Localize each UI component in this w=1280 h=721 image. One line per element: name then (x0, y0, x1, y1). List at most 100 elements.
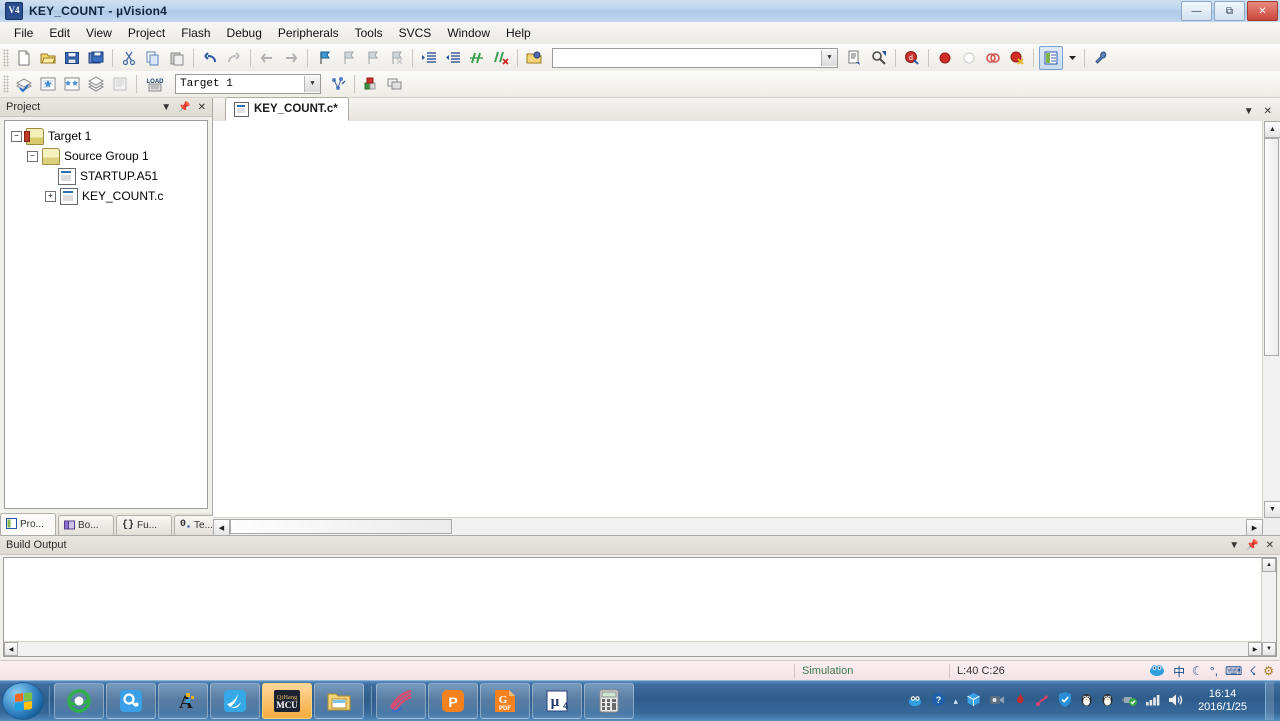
navigate-forward-icon[interactable] (280, 47, 302, 69)
menu-file[interactable]: File (6, 24, 41, 42)
taskbar-audio-app-icon[interactable] (376, 683, 426, 719)
tree-node-key-count-c[interactable]: + KEY_COUNT.c (9, 186, 207, 206)
insert-breakpoint-icon[interactable] (934, 47, 956, 69)
menu-edit[interactable]: Edit (41, 24, 78, 42)
bookmark-toggle-icon[interactable] (313, 47, 335, 69)
project-window-icon[interactable] (1039, 45, 1063, 70)
menu-help[interactable]: Help (498, 24, 539, 42)
stop-build-icon[interactable] (109, 73, 131, 95)
manage-components-icon[interactable] (360, 73, 382, 95)
bookmark-prev-icon[interactable] (337, 47, 359, 69)
tree-node-startup-a51[interactable]: STARTUP.A51 (9, 166, 207, 186)
open-folder-icon[interactable] (523, 47, 545, 69)
show-desktop-button[interactable] (1265, 682, 1274, 720)
taskbar-altium-icon[interactable]: A (158, 683, 208, 719)
menu-project[interactable]: Project (120, 24, 173, 42)
taskbar-clock[interactable]: 16:14 2016/1/25 (1192, 688, 1253, 714)
taskbar-foxit-pdf-icon[interactable]: G PDF (480, 683, 530, 719)
settings-icon[interactable]: ⚙ (1263, 664, 1274, 678)
taskbar-wps-presentation-icon[interactable]: P (428, 683, 478, 719)
scroll-right-button[interactable]: ▶ (1248, 642, 1262, 656)
editor-horizontal-scrollbar[interactable]: ◀ ▶ (213, 517, 1263, 535)
taskbar-calculator-icon[interactable] (584, 683, 634, 719)
target-combo[interactable]: Target 1 ▼ (175, 74, 321, 94)
save-all-icon[interactable] (85, 47, 107, 69)
tab-functions[interactable]: {} Fu... (116, 515, 172, 535)
music-icon[interactable] (1035, 693, 1050, 710)
kill-breakpoints-icon[interactable] (1006, 47, 1028, 69)
menu-view[interactable]: View (78, 24, 120, 42)
qq-penguin-2-icon[interactable] (1101, 692, 1114, 710)
windows-start-icon[interactable] (2, 682, 44, 720)
comment-icon[interactable] (466, 47, 488, 69)
outdent-icon[interactable] (442, 47, 464, 69)
uncomment-icon[interactable] (490, 47, 512, 69)
download-icon[interactable]: LOAD (142, 73, 168, 95)
navigate-back-icon[interactable] (256, 47, 278, 69)
taskbar-ie-browser-icon[interactable] (54, 683, 104, 719)
save-icon[interactable] (61, 47, 83, 69)
editor-tab-key-count-c[interactable]: KEY_COUNT.c* (225, 97, 349, 121)
tab-books[interactable]: Bo... (58, 515, 114, 535)
restore-button[interactable]: ⧉ (1214, 1, 1245, 21)
chevron-down-icon[interactable]: ▼ (304, 76, 320, 92)
tab-project[interactable]: Pro... (0, 513, 56, 535)
taskbar-file-manager-icon[interactable] (314, 683, 364, 719)
build-horizontal-scrollbar[interactable]: ◀ ▶ (4, 641, 1262, 656)
tree-node-source-group[interactable]: − Source Group 1 (9, 146, 207, 166)
build-output-text[interactable]: ▲ ▼ ◀ ▶ (3, 557, 1277, 657)
translate-file-icon[interactable] (13, 73, 35, 95)
toolbox-icon[interactable]: ☇ (1249, 664, 1256, 678)
screen-capture-icon[interactable] (989, 693, 1005, 710)
volume-icon[interactable] (1168, 693, 1184, 710)
network-signal-icon[interactable] (1145, 693, 1160, 709)
box-icon[interactable] (966, 692, 981, 710)
ime-mode-label[interactable]: 中 (1173, 663, 1185, 680)
redo-icon[interactable] (223, 47, 245, 69)
copy-icon[interactable] (142, 47, 164, 69)
editor-close-icon[interactable]: ✕ (1264, 106, 1272, 117)
remove-breakpoint-icon[interactable] (958, 47, 980, 69)
open-file-icon[interactable] (37, 47, 59, 69)
pin-icon[interactable]: 📌 (1246, 540, 1258, 551)
moon-icon[interactable]: ☾ (1192, 664, 1203, 678)
horizontal-scroll-thumb[interactable] (230, 519, 452, 534)
usb-safe-remove-icon[interactable] (1122, 693, 1138, 710)
find-combo[interactable]: ▼ (552, 47, 838, 68)
vertical-scroll-thumb[interactable] (1264, 138, 1279, 356)
close-button[interactable]: ✕ (1247, 1, 1278, 21)
taskbar-qihang-mcu-icon[interactable]: QiHang MCU (262, 683, 312, 719)
taskbar-swallow-app-icon[interactable] (210, 683, 260, 719)
scroll-up-button[interactable]: ▲ (1264, 121, 1280, 138)
paste-icon[interactable] (166, 47, 188, 69)
minimize-button[interactable]: — (1181, 1, 1212, 21)
toolbar-grip-2[interactable] (3, 75, 9, 93)
batch-build-icon[interactable] (85, 73, 107, 95)
taskbar-uvision4-icon[interactable]: µ4 (532, 683, 582, 719)
pin-icon[interactable]: 📌 (178, 102, 190, 113)
menu-peripherals[interactable]: Peripherals (270, 24, 347, 42)
scroll-right-button[interactable]: ▶ (1246, 519, 1263, 535)
close-icon[interactable]: ✕ (1266, 540, 1274, 551)
menu-tools[interactable]: Tools (347, 24, 391, 42)
bookmark-next-icon[interactable] (361, 47, 383, 69)
tree-expander[interactable]: + (45, 190, 56, 202)
project-tree[interactable]: − Target 1 − Source Group 1 STARTUP.A51 … (4, 120, 208, 509)
qq-penguin-icon[interactable] (1080, 692, 1093, 710)
ime-logo-icon[interactable] (1149, 662, 1166, 680)
rebuild-all-icon[interactable] (61, 73, 83, 95)
scroll-down-button[interactable]: ▼ (1262, 642, 1276, 656)
debug-session-icon[interactable]: d (901, 47, 923, 69)
new-file-icon[interactable] (13, 47, 35, 69)
scroll-up-button[interactable]: ▲ (1262, 558, 1276, 572)
dropdown-icon[interactable]: ▼ (161, 102, 171, 113)
build-target-icon[interactable] (37, 73, 59, 95)
scroll-left-button[interactable]: ◀ (4, 642, 18, 656)
undo-icon[interactable] (199, 47, 221, 69)
dropdown-icon[interactable]: ▼ (1229, 540, 1239, 551)
find-in-files-icon[interactable] (844, 47, 866, 69)
close-icon[interactable]: ✕ (198, 102, 206, 113)
expand-tray-icon[interactable]: ▴ (954, 696, 959, 707)
menu-debug[interactable]: Debug (219, 24, 270, 42)
taskbar-baidu-cloud-icon[interactable] (106, 683, 156, 719)
